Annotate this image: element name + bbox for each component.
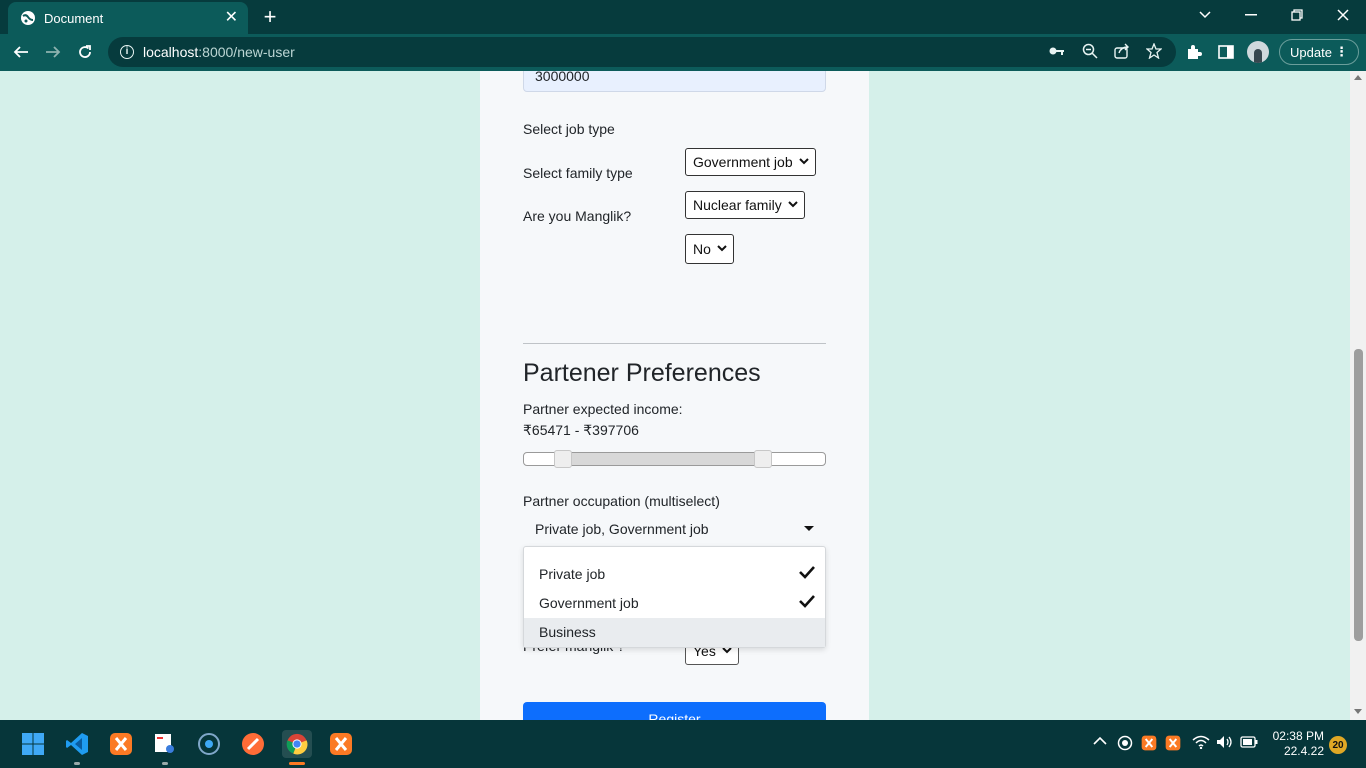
browser-tab[interactable]: Document ✕ [8, 2, 248, 34]
tab-title: Document [44, 10, 104, 26]
page-viewport: 3000000 Select job type Government job S… [0, 71, 1366, 720]
clock-time: 02:38 PM [1272, 729, 1324, 743]
back-button[interactable] [8, 40, 34, 64]
scrollbar-thumb[interactable] [1354, 349, 1363, 641]
clock-date: 22.4.22 [1283, 744, 1324, 758]
occupation-option-business[interactable]: Business [524, 618, 825, 647]
vscode-running-indicator [74, 762, 80, 765]
slider-min-handle[interactable] [554, 450, 572, 468]
tray-xampp-icon[interactable] [1141, 735, 1157, 754]
option-label: Business [539, 624, 596, 640]
cortana-circle-icon[interactable] [195, 730, 223, 758]
option-label: Government job [539, 595, 639, 611]
menu-kebab-icon[interactable]: ⋮ [1335, 44, 1348, 60]
job-type-value: Government job [693, 154, 793, 170]
checkmark-icon [799, 594, 815, 612]
windows-start-icon[interactable] [19, 730, 47, 758]
chrome-icon[interactable] [282, 730, 312, 758]
occupation-label: Partner occupation (multiselect) [523, 493, 720, 509]
share-icon[interactable] [1113, 42, 1131, 60]
caret-down-icon [804, 526, 814, 531]
restore-button[interactable] [1274, 0, 1320, 30]
expected-income-label: Partner expected income: [523, 401, 683, 417]
chevron-down-icon [717, 244, 727, 255]
expected-income-range: ₹65471 - ₹397706 [523, 422, 639, 438]
side-panel-icon[interactable] [1217, 43, 1235, 61]
occupation-multiselect[interactable]: Private job, Government job [523, 518, 826, 540]
scroll-down-arrow-icon[interactable] [1354, 709, 1362, 714]
occupation-selected-value: Private job, Government job [535, 521, 709, 537]
bookmark-star-icon[interactable] [1145, 42, 1163, 60]
notification-badge[interactable]: 20 [1329, 736, 1347, 754]
site-info-icon[interactable]: i [120, 45, 134, 59]
close-tab-icon[interactable]: ✕ [225, 10, 238, 26]
chevron-down-icon [798, 157, 809, 168]
job-type-select[interactable]: Government job [685, 148, 816, 176]
manglik-select[interactable]: No [685, 234, 734, 264]
chrome-active-indicator [289, 762, 305, 765]
volume-icon[interactable] [1216, 735, 1234, 752]
snipping-running-indicator [162, 762, 168, 765]
url-host: localhost [143, 44, 199, 60]
minimize-button[interactable] [1228, 0, 1274, 30]
tray-record-icon[interactable] [1117, 735, 1133, 754]
scroll-up-arrow-icon[interactable] [1354, 75, 1362, 80]
slider-range-fill [564, 453, 764, 465]
tray-xampp-2-icon[interactable] [1165, 735, 1181, 754]
page-scrollbar[interactable] [1350, 71, 1366, 720]
job-type-label: Select job type [523, 121, 615, 137]
zoom-icon[interactable] [1081, 42, 1099, 60]
browser-toolbar: i localhost:8000/new-user Update ⋮ [0, 34, 1366, 71]
xampp-control-icon[interactable] [327, 730, 355, 758]
taskbar: 02:38 PM 22.4.22 20 [0, 720, 1366, 768]
extensions-puzzle-icon[interactable] [1185, 43, 1203, 61]
income-input[interactable]: 3000000 [523, 71, 826, 92]
postman-icon[interactable] [239, 730, 267, 758]
profile-avatar[interactable] [1247, 41, 1269, 63]
family-type-select[interactable]: Nuclear family [685, 191, 805, 219]
reload-button[interactable] [72, 40, 98, 64]
new-tab-button[interactable]: + [258, 6, 282, 28]
tab-strip: Document ✕ + [0, 0, 1366, 34]
xampp-icon[interactable] [107, 730, 135, 758]
family-type-label: Select family type [523, 165, 633, 181]
close-window-button[interactable] [1320, 0, 1366, 30]
manglik-label: Are you Manglik? [523, 208, 632, 224]
section-divider [523, 343, 826, 344]
occupation-option-private[interactable]: Private job [524, 560, 825, 589]
wifi-icon[interactable] [1192, 735, 1210, 752]
forward-button[interactable] [40, 40, 66, 64]
system-clock[interactable]: 02:38 PM 22.4.22 [1262, 729, 1324, 759]
tray-overflow-chevron-icon[interactable] [1093, 734, 1107, 749]
option-label: Private job [539, 566, 606, 582]
preferences-heading: Partener Preferences [523, 359, 761, 387]
occupation-dropdown-menu: Private job Government job Business [523, 546, 826, 648]
registration-form: 3000000 Select job type Government job S… [480, 71, 869, 720]
globe-icon [20, 10, 36, 26]
chevron-down-icon [787, 200, 798, 211]
key-icon[interactable] [1048, 42, 1066, 60]
occupation-option-government[interactable]: Government job [524, 589, 825, 618]
update-button[interactable]: Update ⋮ [1279, 39, 1359, 65]
checkmark-icon [799, 565, 815, 583]
slider-max-handle[interactable] [754, 450, 772, 468]
vscode-icon[interactable] [63, 730, 91, 758]
family-type-value: Nuclear family [693, 197, 782, 213]
battery-icon[interactable] [1240, 736, 1258, 751]
manglik-value: No [693, 241, 711, 257]
register-button[interactable]: Register [523, 702, 826, 720]
income-range-slider[interactable] [523, 450, 826, 468]
address-bar[interactable]: i localhost:8000/new-user [108, 37, 1176, 67]
update-label: Update [1290, 44, 1332, 60]
tab-search-chevron-icon[interactable] [1182, 0, 1228, 30]
snipping-tool-icon[interactable] [151, 730, 179, 758]
url-path: :8000/new-user [198, 44, 295, 60]
